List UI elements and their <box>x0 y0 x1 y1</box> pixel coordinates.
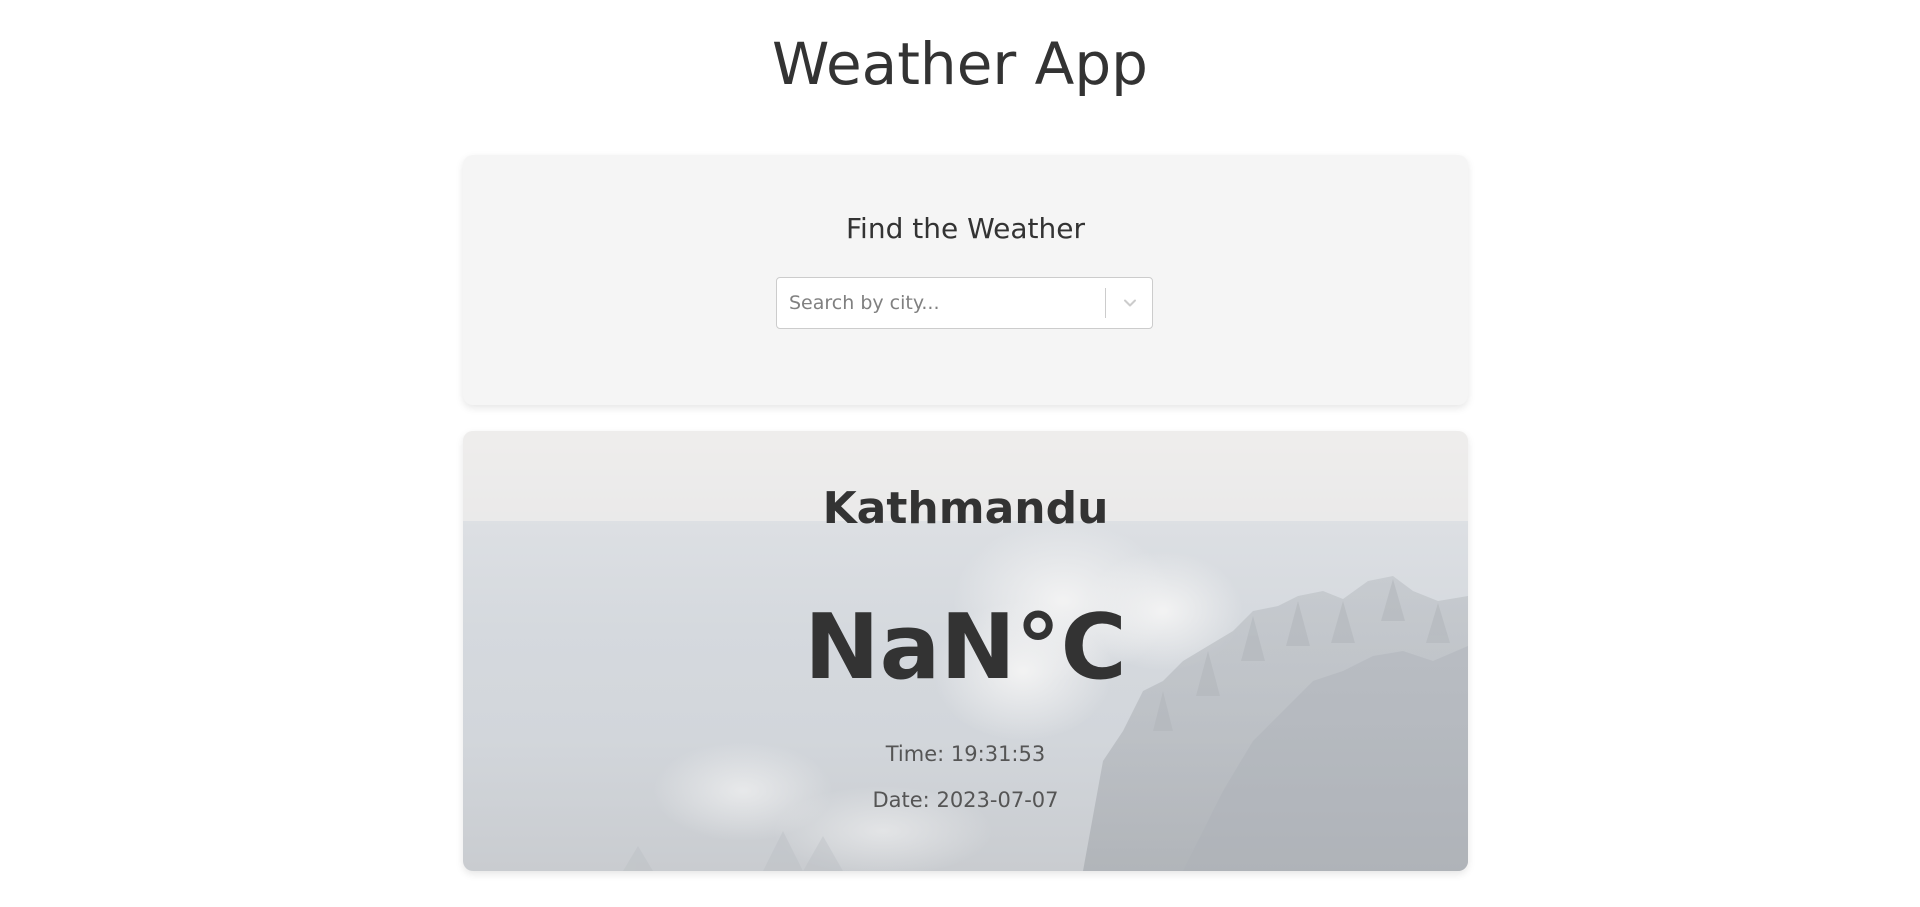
chevron-down-icon <box>1123 299 1136 307</box>
time-label: Time: <box>885 742 945 766</box>
date-line: Date: 2023-07-07 <box>463 786 1468 814</box>
date-value: 2023-07-07 <box>936 788 1059 812</box>
city-name: Kathmandu <box>822 483 1109 534</box>
date-label: Date: <box>872 788 930 812</box>
search-separator <box>1105 288 1106 318</box>
temperature-value: NaN°C <box>804 595 1127 700</box>
weather-card: Kathmandu NaN°C Time: 19:31:53 Date: 202… <box>463 431 1468 871</box>
time-value: 19:31:53 <box>950 742 1046 766</box>
app-title: Weather App <box>772 30 1148 98</box>
time-line: Time: 19:31:53 <box>463 740 1468 768</box>
dropdown-toggle[interactable] <box>1107 278 1152 328</box>
city-search-select[interactable] <box>776 277 1153 329</box>
page: Weather App Find the Weather Search by c… <box>0 0 1920 907</box>
search-heading: Find the Weather <box>845 212 1085 245</box>
search-card: Find the Weather <box>463 155 1468 405</box>
city-search-input[interactable] <box>777 278 1097 328</box>
